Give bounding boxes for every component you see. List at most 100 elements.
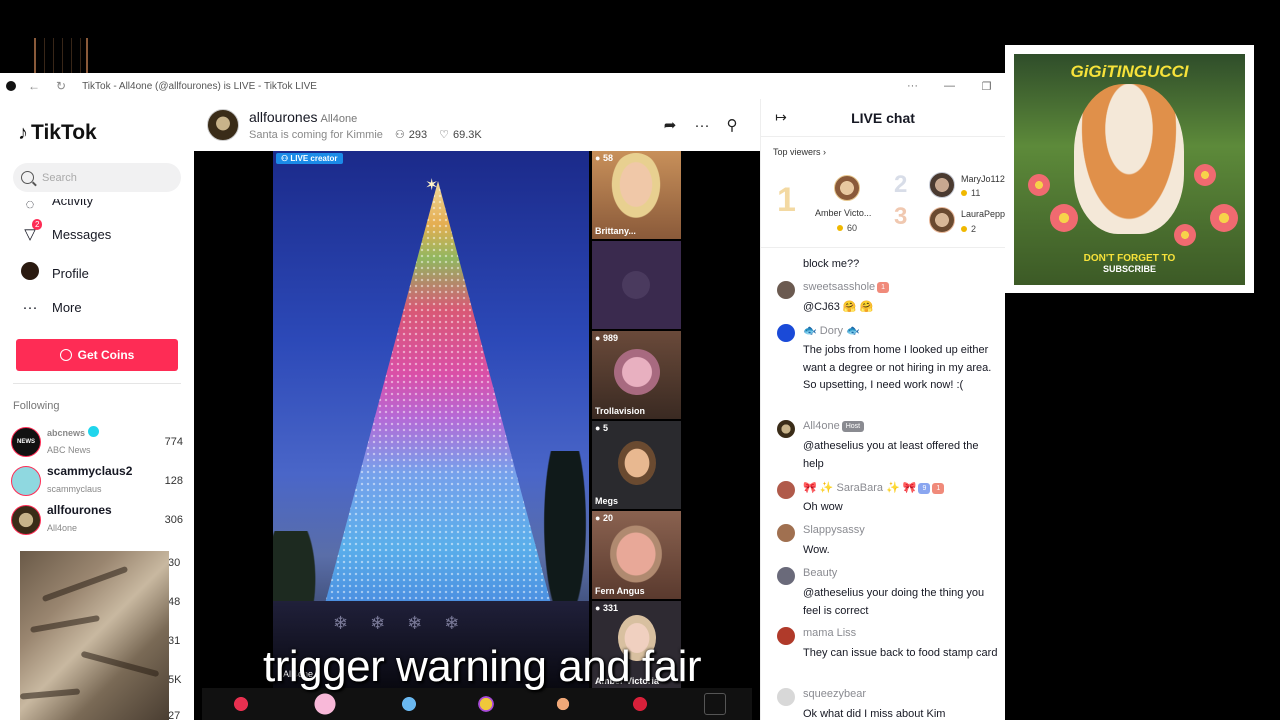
rank-number: 3 xyxy=(894,203,908,230)
avatar[interactable] xyxy=(777,688,795,706)
heart-gift-icon[interactable] xyxy=(304,693,345,715)
guest-name: Fern Angus xyxy=(595,586,645,596)
guest-tile[interactable]: ● 58 Brittany... xyxy=(592,151,681,239)
top-viewers-link[interactable]: Top viewers › xyxy=(773,147,826,157)
tiktok-logo[interactable]: ♪ TikTok xyxy=(18,121,97,145)
stream-header: allfourones All4one Santa is coming for K… xyxy=(194,99,760,151)
guest-tile[interactable]: ● 5 Megs xyxy=(592,421,681,509)
sidebar-item-profile[interactable]: Profile xyxy=(20,262,89,284)
following-count: 31 xyxy=(168,635,181,647)
guest-tile-empty[interactable] xyxy=(592,241,681,329)
guest-tile[interactable]: ● 20 Fern Angus xyxy=(592,511,681,599)
avatar[interactable] xyxy=(777,281,795,299)
collapse-chat-icon[interactable]: ↦ xyxy=(761,109,801,126)
following-item[interactable]: NEWS abcnews ABC News 774 xyxy=(11,425,183,458)
chat-message-text: @CJ63 🤗 🤗 xyxy=(803,301,874,313)
guest-score: ● 58 xyxy=(595,153,613,163)
following-count: 5K xyxy=(168,674,182,686)
chat-message[interactable]: Beauty @atheselius your doing the thing … xyxy=(777,567,1002,619)
tiktok-app-icon xyxy=(6,81,16,91)
avatar[interactable] xyxy=(777,481,795,499)
avatar[interactable] xyxy=(777,524,795,542)
chat-message[interactable]: sweetsasshole 1 @CJ63 🤗 🤗 xyxy=(777,281,1002,317)
verified-icon xyxy=(88,425,100,437)
search-input[interactable]: Search xyxy=(13,163,181,192)
chat-message[interactable]: mama Liss They can issue back to food st… xyxy=(777,627,1002,679)
stream-subtitle: Santa is coming for Kimmie xyxy=(249,128,383,141)
chat-message[interactable]: Slappysassy Wow. xyxy=(777,524,1002,560)
window-title: TikTok - All4one (@allfourones) is LIVE … xyxy=(82,80,317,92)
back-icon[interactable]: ← xyxy=(28,79,40,93)
following-item[interactable]: scammyclaus2 scammyclaus 128 xyxy=(11,464,183,497)
avatar[interactable] xyxy=(777,567,795,585)
guest-video xyxy=(618,441,656,485)
get-coins-label: Get Coins xyxy=(77,348,135,362)
host-badge: Host xyxy=(841,421,865,432)
host-feed[interactable]: ✶ ❄❄❄❄ ⚇ LIVE creator All4one xyxy=(273,151,589,691)
following-handle: scammyclaus xyxy=(47,483,102,494)
viewer-stat: ⚇ 293 xyxy=(395,128,427,142)
avatar[interactable] xyxy=(834,175,860,201)
window-menu-button[interactable]: ··· xyxy=(894,80,931,92)
rose-gift-icon[interactable] xyxy=(227,693,254,715)
gift-icon[interactable] xyxy=(472,693,499,715)
share-icon[interactable]: ➦ xyxy=(658,113,682,137)
chat-username[interactable]: All4one Host xyxy=(803,420,865,432)
flower-decoration xyxy=(1050,204,1078,232)
more-options-icon[interactable]: ··· xyxy=(690,113,714,137)
avatar[interactable] xyxy=(777,627,795,645)
sidebar-item-more[interactable]: ··· More xyxy=(20,299,82,316)
gift-more-button[interactable] xyxy=(704,693,727,715)
finger-heart-gift-icon[interactable] xyxy=(550,693,577,715)
rose-gift-icon[interactable] xyxy=(627,693,654,715)
following-name-block: allfourones All4one xyxy=(47,503,165,536)
chat-username[interactable]: 🎀 ✨ SaraBara ✨ 🎀 9 1 xyxy=(803,481,945,494)
chat-username[interactable]: Slappysassy xyxy=(803,524,865,536)
flower-decoration xyxy=(1210,204,1238,232)
chat-message[interactable]: squeezybear Ok what did I miss about Kim xyxy=(777,688,1002,720)
avatar[interactable] xyxy=(777,324,795,342)
avatar[interactable] xyxy=(777,420,795,438)
get-coins-button[interactable]: Get Coins xyxy=(16,339,178,371)
minimize-button[interactable]: — xyxy=(931,80,968,92)
sidebar-item-activity[interactable]: ◌ Activity xyxy=(20,199,94,209)
search-placeholder: Search xyxy=(42,171,77,184)
host-name-block[interactable]: allfourones All4one xyxy=(249,109,357,125)
following-count: 774 xyxy=(164,436,183,448)
host-avatar[interactable] xyxy=(207,109,239,141)
following-handle: All4one xyxy=(47,522,78,533)
chat-message[interactable]: block me?? xyxy=(777,251,1002,271)
chat-username[interactable]: squeezybear xyxy=(803,688,866,700)
chat-username[interactable]: sweetsasshole 1 xyxy=(803,281,890,293)
following-heading: Following xyxy=(13,400,60,412)
live-video[interactable]: ✶ ❄❄❄❄ ⚇ LIVE creator All4one ● 58 Britt… xyxy=(194,151,760,720)
refresh-icon[interactable]: ↻ xyxy=(56,79,66,93)
follow-user-icon[interactable]: ⚲ xyxy=(720,113,744,137)
sidebar-item-messages[interactable]: ▽ 2 Messages xyxy=(20,219,111,243)
gift-icon[interactable] xyxy=(395,693,422,715)
chat-message-text: The jobs from home I looked up either wa… xyxy=(803,344,992,391)
following-name-block: abcnews ABC News xyxy=(47,425,165,458)
poster-cta: DON'T FORGET TO SUBSCRIBE xyxy=(1083,253,1176,274)
chat-username[interactable]: Beauty xyxy=(803,567,837,579)
live-chat-panel: ↦ LIVE chat Top viewers › 1 Amber Victo.… xyxy=(760,99,1005,720)
live-creator-badge: ⚇ LIVE creator xyxy=(276,153,343,164)
chat-username[interactable]: mama Liss xyxy=(803,627,856,639)
restore-button[interactable]: ❐ xyxy=(968,80,1005,93)
chat-message-text: They can issue back to food stamp card xyxy=(803,647,998,659)
avatar[interactable] xyxy=(929,207,955,233)
chat-message[interactable]: All4one Host @atheselius you at least off… xyxy=(777,420,1002,470)
following-item[interactable]: allfourones All4one 306 xyxy=(11,503,183,536)
chat-header: ↦ LIVE chat xyxy=(761,99,1005,137)
avatar[interactable] xyxy=(929,172,955,198)
host-nickname: All4one xyxy=(320,113,358,125)
sidebar-item-label: More xyxy=(52,300,82,315)
rank-number: 1 xyxy=(777,181,796,219)
chat-username[interactable]: 🐟 Dory 🐟 xyxy=(803,324,860,337)
guest-tile[interactable]: ● 989 Trollavision xyxy=(592,331,681,419)
chat-message[interactable]: 🐟 Dory 🐟 The jobs from home I looked up … xyxy=(777,324,1002,404)
avatar: NEWS xyxy=(11,427,41,457)
chat-message-text: Wow. xyxy=(803,544,830,556)
chat-message[interactable]: 🎀 ✨ SaraBara ✨ 🎀 9 1 Oh wow xyxy=(777,481,1002,517)
heart-icon: ♡ xyxy=(439,129,449,141)
